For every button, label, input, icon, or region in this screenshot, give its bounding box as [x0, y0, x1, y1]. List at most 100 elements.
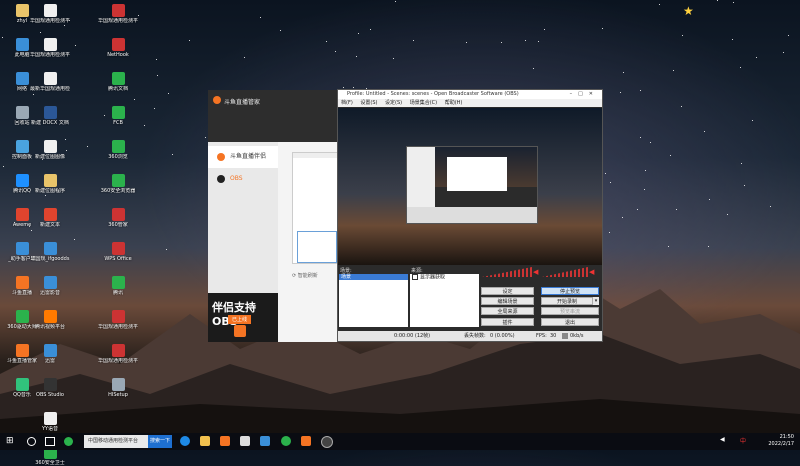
desktop-icon[interactable]: 新建位图图像	[30, 140, 70, 160]
desktop-icon-label: 新建 DOCX 文档	[30, 120, 70, 126]
chevron-down-icon[interactable]: ▾	[593, 297, 599, 305]
app-icon	[112, 72, 125, 85]
stream-time: 0:00:00 (12帧)	[394, 331, 430, 341]
sources-label: 来源:	[411, 267, 423, 274]
app-icon	[112, 242, 125, 255]
refresh-button[interactable]: ⟳ 智能刷新	[292, 272, 318, 279]
app-icon	[112, 276, 125, 289]
nested-obs-preview	[406, 146, 538, 224]
plugins-button[interactable]: 插件	[481, 318, 534, 326]
stop-preview-button[interactable]: 停止预览	[541, 287, 599, 295]
desktop-icon[interactable]: OBS Studio	[30, 378, 70, 398]
promo-banner[interactable]: 伴侣支持OBS 已上线	[208, 293, 278, 342]
cortana-icon[interactable]	[27, 437, 36, 446]
360-taskbar-icon[interactable]	[281, 436, 291, 446]
desktop-icon[interactable]: YY语音	[30, 412, 70, 432]
desktop-icon[interactable]: 腾讯文档	[98, 72, 138, 92]
clock-date: 2022/2/17	[768, 441, 794, 448]
desktop-icon[interactable]: 最新华国规通用检测平台(ver5.0版	[30, 72, 70, 92]
task-view-icon[interactable]	[45, 437, 55, 446]
douyu-title: 斗鱼直播管家	[224, 97, 260, 106]
desktop-icon[interactable]: 华国规通用检测平台(ver5.0版	[30, 38, 70, 58]
volume-icon[interactable]: ◀	[720, 436, 725, 443]
obs-taskbar-icon[interactable]	[321, 436, 333, 448]
checkbox-icon[interactable]	[412, 274, 418, 280]
desktop-icon[interactable]: 360管家	[98, 208, 138, 228]
windows-start-icon[interactable]: ⊞	[6, 436, 14, 446]
ime-indicator[interactable]: 中	[740, 436, 746, 445]
desktop-icon[interactable]: 新建文本	[30, 208, 70, 228]
douyu-logo-icon	[213, 96, 221, 104]
desktop-icon[interactable]: 华国规通用检测平台	[98, 344, 138, 364]
settings-button[interactable]: 设定	[481, 287, 534, 295]
douyu-taskbar-icon[interactable]	[220, 436, 230, 446]
desktop-icon-label: FCB	[98, 120, 138, 126]
douyu-app-icon[interactable]	[301, 436, 311, 446]
speaker-icon[interactable]: ◀	[533, 268, 538, 276]
app-icon	[44, 4, 57, 17]
desktop-icon-label: 360安全浏览器	[98, 188, 138, 194]
file-explorer-icon[interactable]	[200, 436, 210, 446]
desktop-icon-label: 华国规通用检测平台	[30, 18, 70, 24]
desktop-icon-label: 华国规_ifgoodds	[30, 256, 70, 262]
menu-scene-collection[interactable]: 场景集合(C)	[410, 100, 437, 106]
obs-preview	[338, 108, 602, 265]
mic-audio-meter	[542, 267, 588, 277]
desktop-icon-label: 华国规通用检测平台	[98, 358, 138, 364]
menu-file[interactable]: 档(F)	[341, 100, 353, 106]
desktop-icon[interactable]: 新建位图程序	[30, 174, 70, 194]
desktop-icon[interactable]: 华国规通用检测平台	[98, 4, 138, 24]
preview-stream-button[interactable]: 预览串流	[541, 307, 599, 315]
obs-statusbar: 0:00:00 (12帧) 丢失帧数: 0 (0.00%) FPS: 30 0k…	[338, 331, 602, 341]
scenes-list[interactable]: 场景	[339, 274, 408, 327]
sidebar-item-obs[interactable]: OBS	[208, 168, 278, 190]
mic-icon[interactable]: ◀	[589, 268, 594, 276]
refresh-label: 智能刷新	[298, 273, 318, 279]
sources-list[interactable]: 显示器获取	[410, 274, 479, 327]
star-icon: ★	[683, 4, 694, 18]
desktop-icon[interactable]: 腾讯	[98, 276, 138, 296]
desktop-icon[interactable]: FCB	[98, 106, 138, 126]
desktop-icon[interactable]: 迅雷影音	[30, 276, 70, 296]
desktop-icon[interactable]: 360浏览	[98, 140, 138, 160]
app-icon	[16, 174, 29, 187]
desktop-icon-label: NetHook	[98, 52, 138, 58]
desktop-icon-label: 最新华国规通用检测平台(ver5.0版	[30, 86, 70, 92]
desktop-icon[interactable]: WPS Office	[98, 242, 138, 262]
source-item[interactable]: 显示器获取	[410, 274, 479, 281]
global-source-button[interactable]: 全局来源	[481, 307, 534, 315]
desktop-icon[interactable]: HISetup	[98, 378, 138, 398]
edit-scene-button[interactable]: 编辑场景	[481, 297, 534, 305]
desktop-icon[interactable]: 迅雷	[30, 344, 70, 364]
edge-icon[interactable]	[180, 436, 190, 446]
store-icon[interactable]	[240, 436, 250, 446]
app-icon	[16, 4, 29, 17]
desktop-icon[interactable]: NetHook	[98, 38, 138, 58]
desktop-icon[interactable]: 华国规通用检测平台	[30, 4, 70, 24]
start-record-button[interactable]: 开始录制	[541, 297, 593, 305]
menu-config[interactable]: 设定(S)	[385, 100, 402, 106]
window-icon[interactable]	[260, 436, 270, 446]
desktop-icon[interactable]: 新建 DOCX 文档	[30, 106, 70, 126]
app-icon	[44, 208, 57, 221]
taskbar-search-input[interactable]: 中国移动通用检测平台	[84, 435, 148, 448]
desktop-icon-label: 华国规通用检测平台	[98, 18, 138, 24]
menu-help[interactable]: 帮助(H)	[445, 100, 463, 106]
app-icon	[112, 140, 125, 153]
app-icon	[16, 310, 29, 323]
window-controls[interactable]: –□✕	[570, 90, 599, 99]
taskbar-clock[interactable]: 21:50 2022/2/17	[768, 434, 794, 448]
taskbar-search-button[interactable]: 搜索一下	[148, 435, 172, 448]
sidebar-item-companion[interactable]: 斗鱼直播伴侣	[208, 146, 278, 168]
desktop-icon[interactable]: 华国规通用检测平台	[98, 310, 138, 330]
desktop-icon[interactable]: 腾讯视频平台	[30, 310, 70, 330]
desktop-icon[interactable]: 360安全浏览器	[98, 174, 138, 194]
desktop-icon[interactable]: 华国规_ifgoodds	[30, 242, 70, 262]
scene-item[interactable]: 场景	[339, 274, 408, 280]
fps-label: FPS:	[536, 331, 547, 341]
exit-button[interactable]: 退出	[541, 318, 599, 326]
app-icon	[16, 140, 29, 153]
app-icon	[44, 140, 57, 153]
menu-settings[interactable]: 设置(S)	[360, 100, 377, 106]
desktop-icon-label: 迅雷影音	[30, 290, 70, 296]
